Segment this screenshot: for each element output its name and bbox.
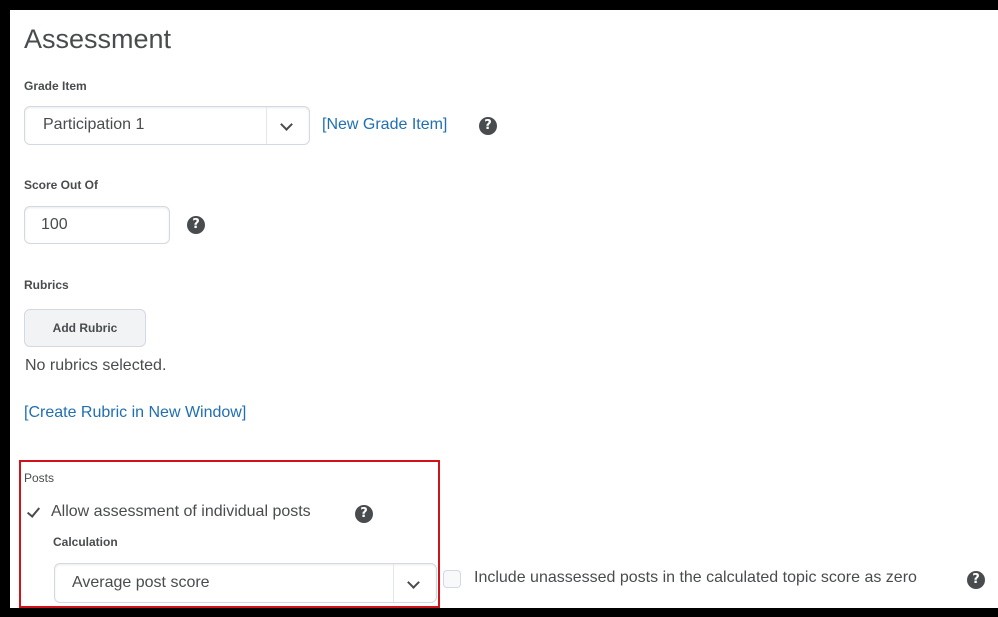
chevron-down-icon <box>407 576 420 589</box>
add-rubric-button[interactable]: Add Rubric <box>24 309 146 347</box>
calculation-dropdown-toggle[interactable] <box>393 564 436 602</box>
question-circle-icon[interactable]: ? <box>187 216 205 234</box>
create-rubric-link[interactable]: [Create Rubric in New Window] <box>24 404 246 422</box>
rubrics-status-text: No rubrics selected. <box>25 357 167 374</box>
grade-item-select[interactable]: Participation 1 <box>24 106 310 145</box>
posts-label: Posts <box>24 471 55 485</box>
grade-item-dropdown-toggle[interactable] <box>266 107 309 144</box>
allow-assessment-checkbox[interactable] <box>25 504 43 522</box>
calculation-selected-value: Average post score <box>72 574 210 591</box>
rubrics-label: Rubrics <box>24 278 69 292</box>
score-out-of-label: Score Out Of <box>24 178 99 192</box>
grade-item-label: Grade Item <box>24 79 87 93</box>
question-circle-icon[interactable]: ? <box>967 571 985 589</box>
section-title: Assessment <box>24 24 172 54</box>
new-grade-item-link[interactable]: [New Grade Item] <box>322 116 447 134</box>
score-out-of-input[interactable]: 100 <box>24 206 170 244</box>
score-out-of-value: 100 <box>41 216 68 233</box>
question-circle-icon[interactable]: ? <box>479 117 497 135</box>
grade-item-selected-value: Participation 1 <box>43 116 145 133</box>
calculation-label: Calculation <box>53 535 118 549</box>
chevron-down-icon <box>280 118 293 131</box>
question-circle-icon[interactable]: ? <box>355 505 373 523</box>
include-unassessed-checkbox[interactable] <box>443 570 461 588</box>
check-icon <box>26 504 41 518</box>
include-unassessed-label[interactable]: Include unassessed posts in the calculat… <box>474 569 917 587</box>
calculation-select[interactable]: Average post score <box>54 563 437 603</box>
allow-assessment-label[interactable]: Allow assessment of individual posts <box>51 503 311 521</box>
assessment-panel: Assessment Grade Item Participation 1 [N… <box>10 10 998 608</box>
